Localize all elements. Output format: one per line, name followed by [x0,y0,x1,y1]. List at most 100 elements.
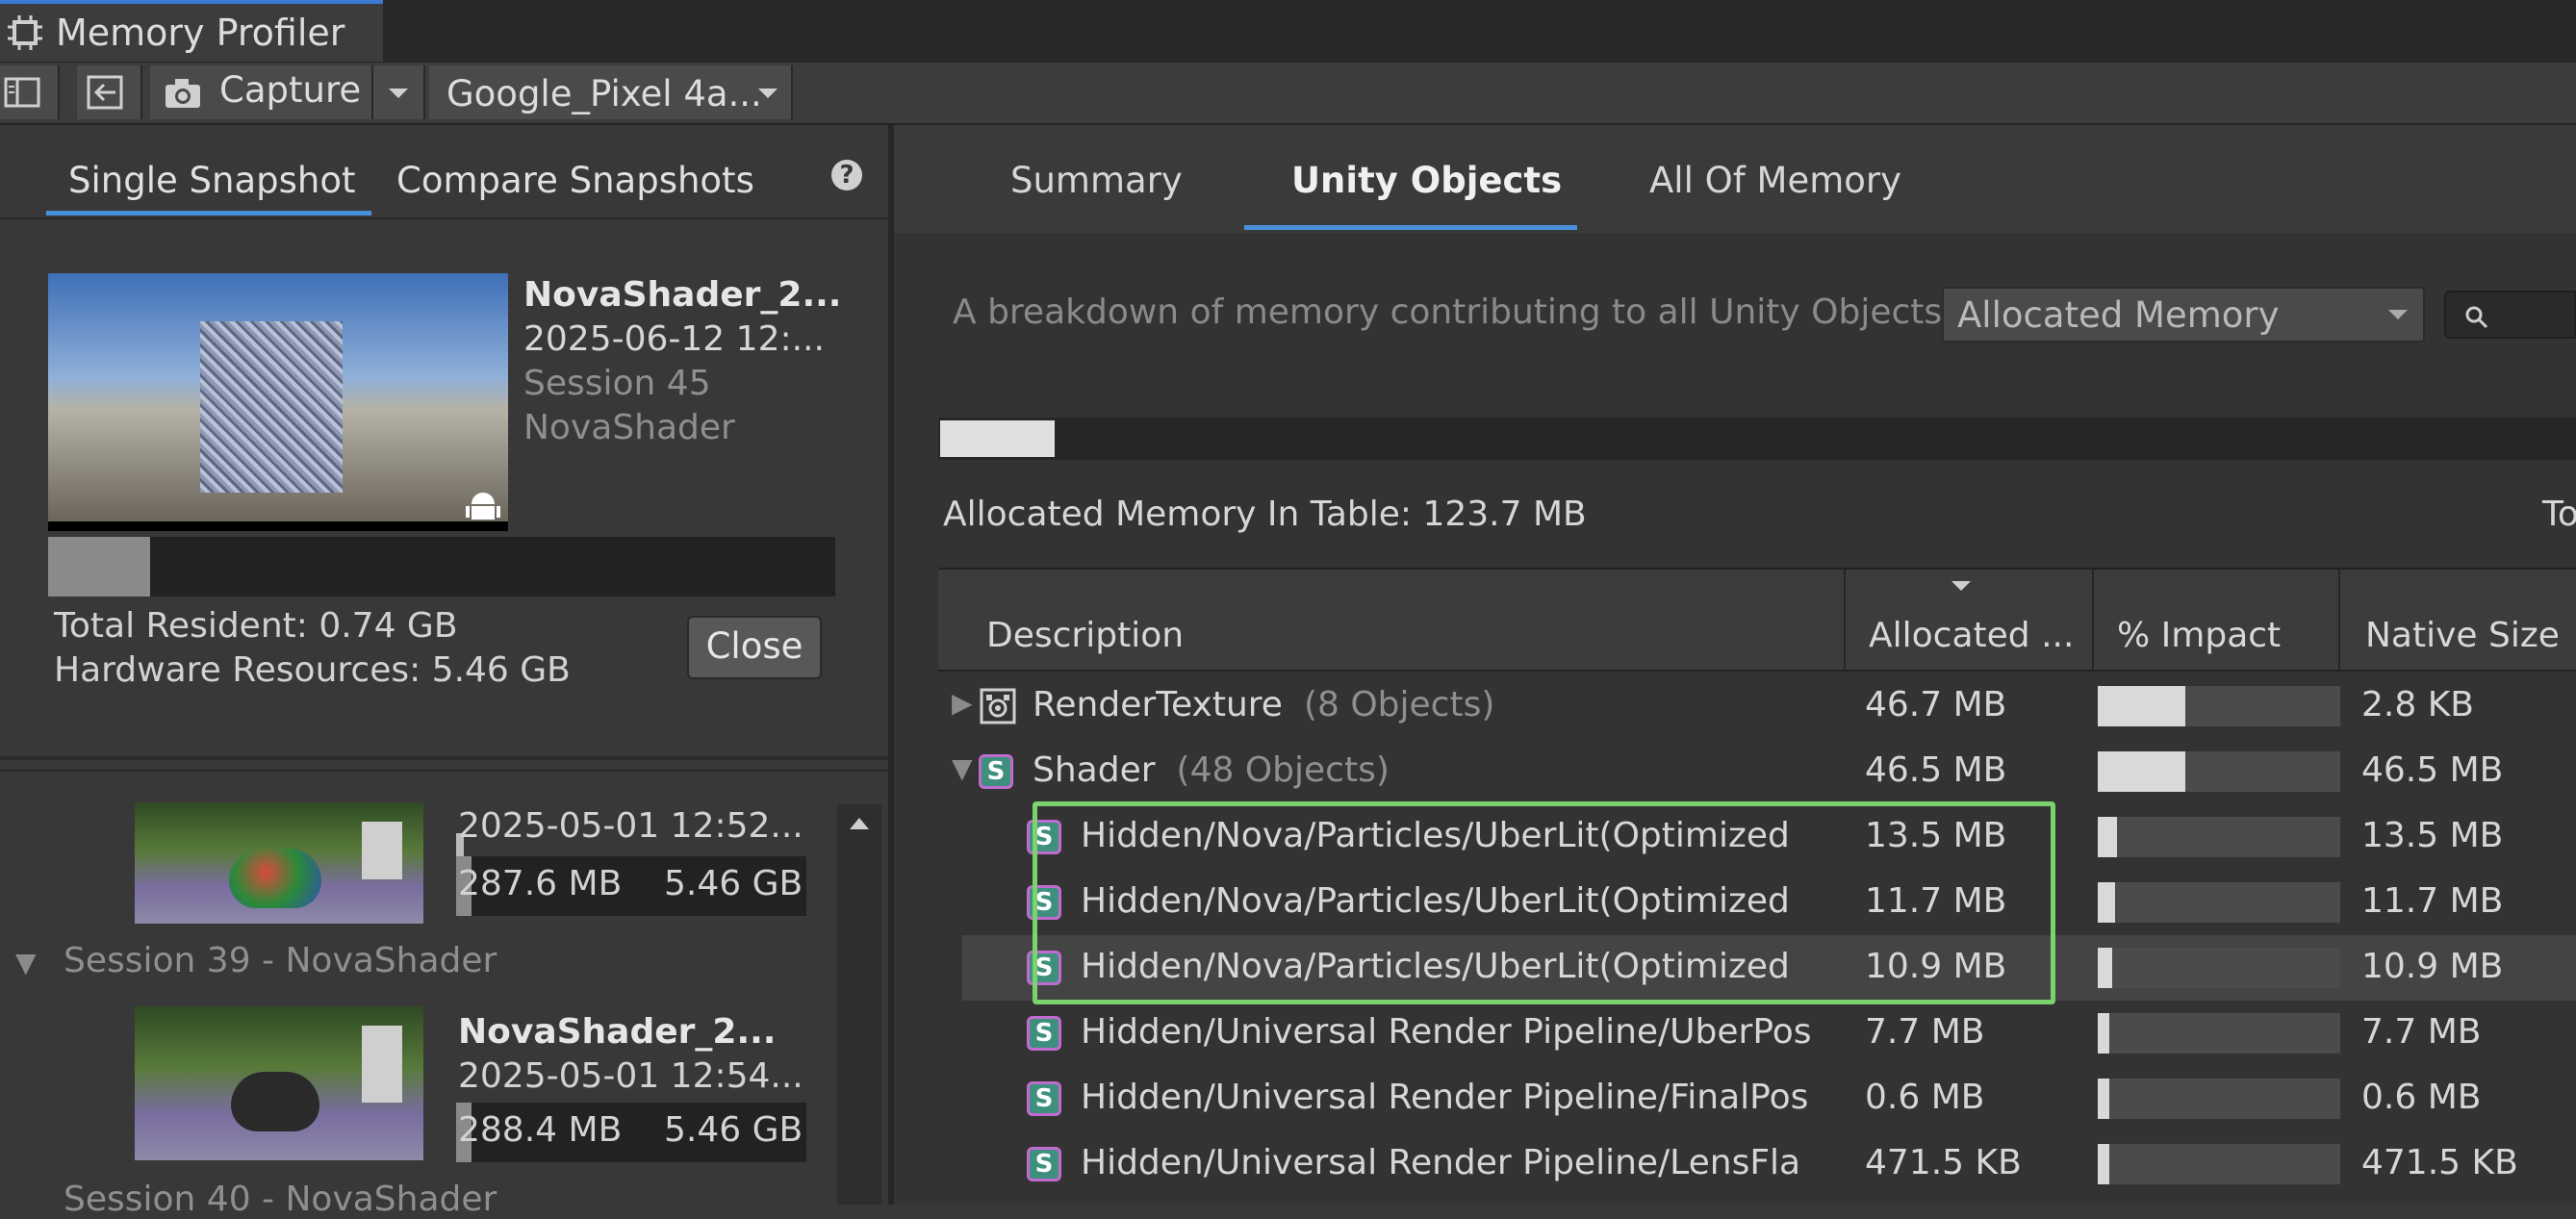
row-allocated: 0.6 MB [1865,1078,1985,1117]
chevron-down-icon [758,89,778,98]
row-name: Hidden/Universal Render Pipeline/UberPos [1081,1012,1812,1052]
close-button[interactable]: Close [687,616,822,679]
help-icon[interactable]: ? [831,160,862,190]
impact-bar [2098,1079,2340,1119]
list-item-total: 5.46 GB [664,1110,803,1150]
session-expander[interactable]: ▼ [15,947,37,978]
scroll-up-icon[interactable] [837,804,881,843]
capture-label: Capture [219,69,362,111]
memory-mode-label: Allocated Memory [1957,294,2280,336]
tab-compare-snapshots[interactable]: Compare Snapshots [396,160,754,201]
impact-bar [2098,1013,2340,1054]
list-snapshot-thumbnail[interactable] [135,1006,423,1160]
list-item-date: 2025-05-01 12:52... [458,806,803,846]
impact-fill [2098,1144,2109,1184]
list-item-name: NovaShader_2... [458,1012,777,1052]
session-39-title[interactable]: Session 39 - NovaShader [64,941,497,980]
search-icon [2465,306,2488,329]
highlight-box [1033,801,2055,1004]
column-impact[interactable]: % Impact [2117,616,2281,655]
total-label-clipped: To [2542,495,2576,534]
snapshot-name: NovaShader_2... [523,275,842,315]
android-icon [466,493,500,520]
snapshot-session: Session 45 [523,364,711,403]
memory-overview-fill [940,420,1055,457]
list-snapshot-thumbnail[interactable] [135,802,423,924]
table-header [938,568,2576,672]
shader-icon: S [1027,1147,1061,1181]
camera-icon [166,79,200,108]
collapse-arrow-icon[interactable]: ▼ [952,752,973,784]
view-description: A breakdown of memory contributing to al… [953,292,1953,332]
list-item-date: 2025-05-01 12:54... [458,1056,803,1096]
table-row[interactable]: S Hidden/Universal Render Pipeline/LensFl… [938,1131,2576,1197]
hardware-resources: Hardware Resources: 5.46 GB [54,650,571,690]
impact-fill [2098,751,2185,792]
impact-fill [2098,948,2112,988]
chevron-down-icon [2388,310,2408,319]
capture-options-dropdown[interactable] [373,65,425,119]
window-title-bar [0,0,2576,62]
impact-fill [2098,817,2117,857]
row-allocated: 471.5 KB [1865,1143,2022,1182]
snapshot-project: NovaShader [523,408,735,447]
row-object-count: (48 Objects) [1176,750,1390,790]
tab-all-of-memory[interactable]: All Of Memory [1649,160,1901,201]
row-name: Hidden/Universal Render Pipeline/FinalPo… [1081,1078,1809,1117]
table-row[interactable]: ▼ S Shader (48 Objects) 46.5 MB 46.5 MB [938,739,2576,804]
list-scrollbar[interactable] [837,804,881,1205]
impact-bar [2098,1144,2340,1184]
active-tab-underline [1244,225,1577,230]
resident-memory-bar [48,537,835,597]
chevron-down-icon [389,89,408,98]
row-allocated: 46.5 MB [1865,750,2007,790]
column-native-size[interactable]: Native Size [2365,616,2560,655]
impact-fill [2098,1013,2109,1054]
impact-fill [2098,882,2115,923]
memory-overview-bar [938,418,2576,460]
list-divider-2 [0,770,888,772]
sidebar-icon [4,77,40,108]
row-native-size: 10.9 MB [2361,947,2504,986]
list-item-total: 5.46 GB [664,864,803,903]
row-name: RenderTexture (8 Objects) [1033,685,1495,724]
row-name: Hidden/Universal Render Pipeline/LensFla [1081,1143,1801,1182]
tab-single-snapshot[interactable]: Single Snapshot [68,160,355,201]
capture-button[interactable]: Capture [150,65,373,119]
row-native-size: 11.7 MB [2361,881,2504,921]
toggle-sidebar-button[interactable] [0,65,60,119]
tab-unity-objects[interactable]: Unity Objects [1291,160,1562,201]
total-resident: Total Resident: 0.74 GB [54,606,458,646]
table-row[interactable]: S Hidden/Universal Render Pipeline/FinalP… [938,1066,2576,1131]
snapshot-thumbnail [48,273,508,531]
import-snapshot-button[interactable] [77,65,142,119]
sort-descending-icon[interactable] [1948,577,1975,597]
row-native-size: 13.5 MB [2361,816,2504,855]
import-icon [87,75,123,110]
column-separator[interactable] [2092,570,2094,670]
session-40-title[interactable]: Session 40 - NovaShader [64,1180,497,1219]
column-description[interactable]: Description [986,616,1184,655]
allocated-in-table: Allocated Memory In Table: 123.7 MB [943,495,1587,534]
table-row[interactable]: S Hidden/Universal Render Pipeline/UberPo… [938,1001,2576,1066]
memory-mode-dropdown[interactable]: Allocated Memory [1942,287,2425,343]
impact-bar [2098,817,2340,857]
list-divider [0,756,888,760]
column-allocated[interactable]: Allocated ... [1869,616,2074,655]
expand-arrow-icon[interactable]: ▶ [952,687,973,719]
impact-fill [2098,686,2185,726]
target-device-dropdown[interactable]: Google_Pixel 4a... [429,65,793,119]
row-native-size: 471.5 KB [2361,1143,2518,1182]
list-item-size: 288.4 MB [458,1110,623,1150]
chip-icon [8,15,42,50]
row-name: Shader (48 Objects) [1033,750,1390,790]
table-row[interactable]: ▶ RenderTexture (8 Objects) 46.7 MB 2.8 KB [938,673,2576,739]
row-native-size: 7.7 MB [2361,1012,2482,1052]
column-separator[interactable] [1844,570,1846,670]
column-separator[interactable] [2338,570,2340,670]
search-field[interactable] [2444,291,2576,339]
tab-summary[interactable]: Summary [1010,160,1183,201]
row-native-size: 2.8 KB [2361,685,2474,724]
shader-icon: S [1027,1081,1061,1116]
tab-divider [0,217,888,219]
